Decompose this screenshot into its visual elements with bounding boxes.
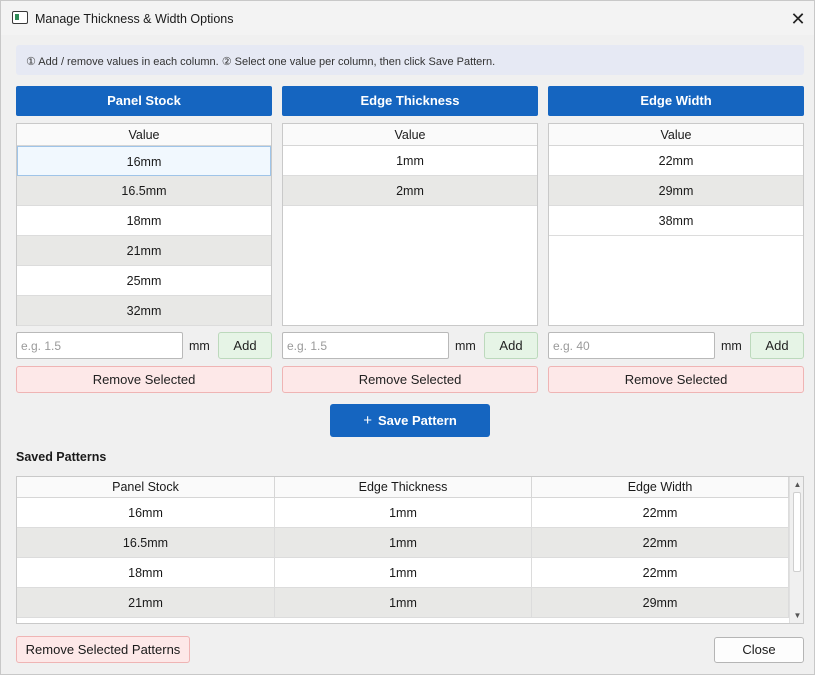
title-bar: Manage Thickness & Width Options ✕	[1, 1, 814, 35]
edge-width-remove-button[interactable]: Remove Selected	[548, 366, 804, 393]
list-column-header: Value	[17, 124, 271, 146]
column-header-panel-stock[interactable]: Panel Stock	[17, 477, 275, 497]
list-item[interactable]: 21mm	[17, 236, 271, 266]
table-cell: 1mm	[275, 588, 532, 617]
panel-stock-add-button[interactable]: Add	[218, 332, 272, 359]
dialog-window: Manage Thickness & Width Options ✕ ① Add…	[0, 0, 815, 675]
list-item[interactable]: 18mm	[17, 206, 271, 236]
table-header: Panel Stock Edge Thickness Edge Width	[17, 477, 789, 498]
table-cell: 16.5mm	[17, 528, 275, 557]
table-cell: 18mm	[17, 558, 275, 587]
saved-patterns-table[interactable]: Panel Stock Edge Thickness Edge Width 16…	[16, 476, 804, 624]
panel-stock-list[interactable]: Value 16mm 16.5mm 18mm 21mm 25mm 32mm	[16, 123, 272, 326]
list-item[interactable]: 2mm	[283, 176, 537, 206]
edge-thickness-input[interactable]: e.g. 1.5	[282, 332, 449, 359]
list-item[interactable]: 29mm	[549, 176, 803, 206]
list-item[interactable]: 16.5mm	[17, 176, 271, 206]
column-header-edge-width[interactable]: Edge Width	[532, 477, 789, 497]
edge-thickness-remove-button[interactable]: Remove Selected	[282, 366, 538, 393]
panel-stock-header: Panel Stock	[16, 86, 272, 116]
edge-width-list[interactable]: Value 22mm 29mm 38mm	[548, 123, 804, 326]
table-cell: 1mm	[275, 528, 532, 557]
list-item[interactable]: 16mm	[17, 146, 271, 176]
panel-stock-remove-button[interactable]: Remove Selected	[16, 366, 272, 393]
table-row[interactable]: 18mm 1mm 22mm	[17, 558, 789, 588]
table-row[interactable]: 16.5mm 1mm 22mm	[17, 528, 789, 558]
edge-thickness-add-button[interactable]: Add	[484, 332, 538, 359]
list-item[interactable]: 1mm	[283, 146, 537, 176]
edge-width-add-button[interactable]: Add	[750, 332, 804, 359]
vertical-scrollbar[interactable]: ▲ ▼	[789, 477, 803, 623]
column-header-edge-thickness[interactable]: Edge Thickness	[275, 477, 532, 497]
plus-icon: +	[363, 412, 372, 429]
edge-thickness-list[interactable]: Value 1mm 2mm	[282, 123, 538, 326]
table-cell: 22mm	[532, 528, 789, 557]
table-body: 16mm 1mm 22mm 16.5mm 1mm 22mm 18mm 1mm 2…	[17, 498, 789, 618]
list-column-header: Value	[549, 124, 803, 146]
table-row[interactable]: 16mm 1mm 22mm	[17, 498, 789, 528]
table-cell: 22mm	[532, 558, 789, 587]
unit-label: mm	[189, 339, 210, 353]
scroll-up-icon[interactable]: ▲	[792, 479, 803, 490]
edge-width-input[interactable]: e.g. 40	[548, 332, 715, 359]
table-cell: 1mm	[275, 558, 532, 587]
edge-width-header: Edge Width	[548, 86, 804, 116]
close-icon[interactable]: ✕	[788, 9, 808, 29]
scroll-down-icon[interactable]: ▼	[792, 610, 803, 621]
list-column-header: Value	[283, 124, 537, 146]
remove-selected-patterns-button[interactable]: Remove Selected Patterns	[16, 636, 190, 663]
instructions-hint: ① Add / remove values in each column. ② …	[16, 45, 804, 75]
list-item[interactable]: 32mm	[17, 296, 271, 326]
table-cell: 16mm	[17, 498, 275, 527]
close-button[interactable]: Close	[714, 637, 804, 663]
save-pattern-label: Save Pattern	[378, 413, 457, 428]
scrollbar-thumb[interactable]	[793, 492, 801, 572]
app-icon	[12, 11, 28, 24]
table-cell: 21mm	[17, 588, 275, 617]
table-cell: 1mm	[275, 498, 532, 527]
window-title: Manage Thickness & Width Options	[35, 12, 234, 26]
list-item[interactable]: 38mm	[549, 206, 803, 236]
unit-label: mm	[455, 339, 476, 353]
edge-thickness-header: Edge Thickness	[282, 86, 538, 116]
table-cell: 29mm	[532, 588, 789, 617]
unit-label: mm	[721, 339, 742, 353]
list-item[interactable]: 25mm	[17, 266, 271, 296]
list-item[interactable]: 22mm	[549, 146, 803, 176]
saved-patterns-title: Saved Patterns	[16, 450, 107, 464]
save-pattern-button[interactable]: + Save Pattern	[330, 404, 490, 437]
table-cell: 22mm	[532, 498, 789, 527]
panel-stock-input[interactable]: e.g. 1.5	[16, 332, 183, 359]
table-row[interactable]: 21mm 1mm 29mm	[17, 588, 789, 618]
